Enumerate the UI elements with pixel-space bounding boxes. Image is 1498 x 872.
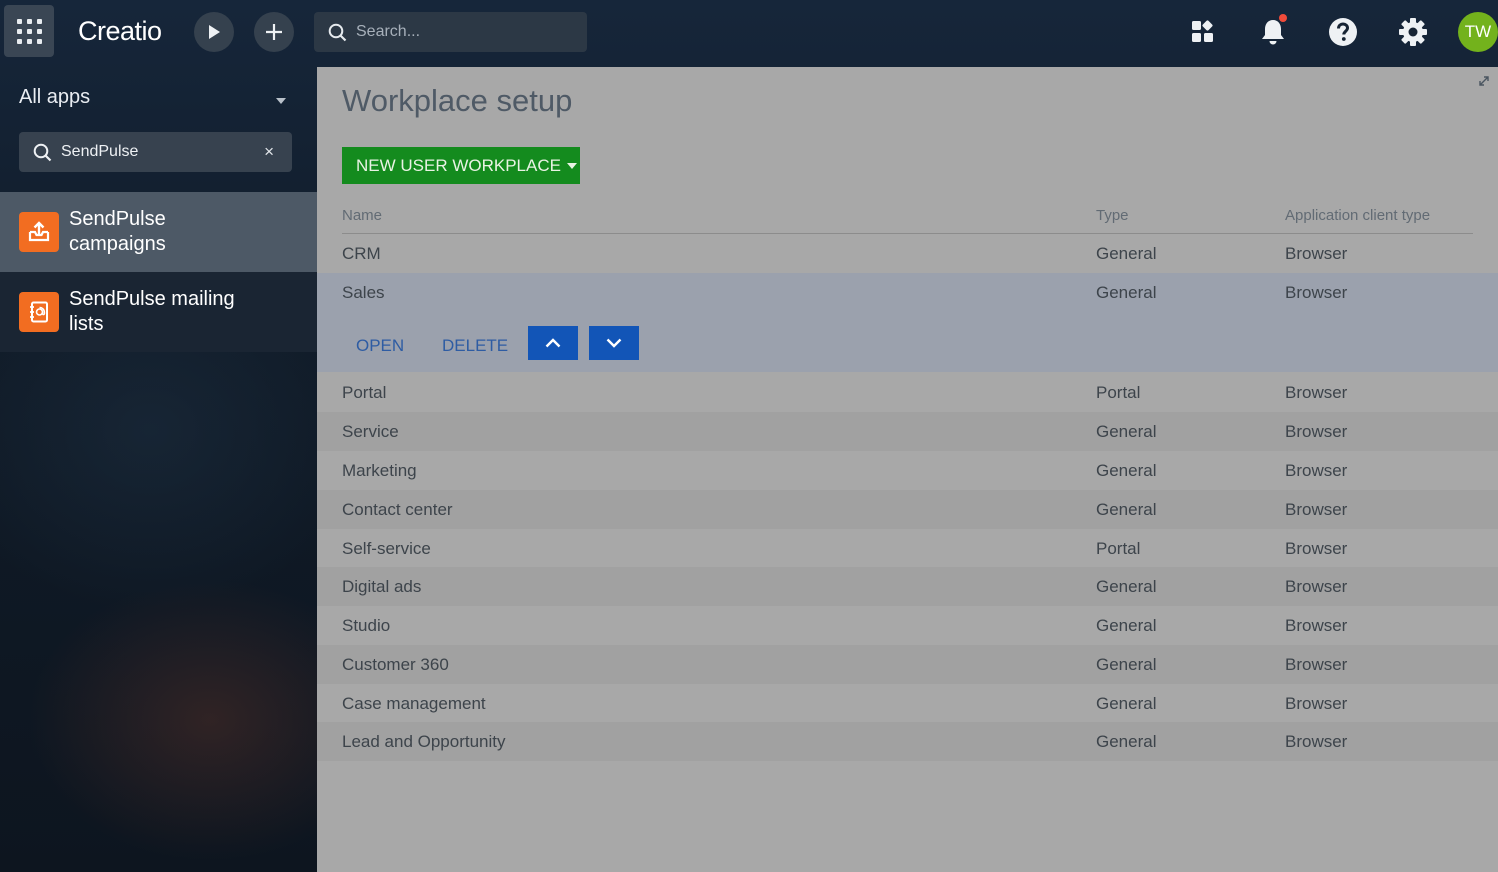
expand-icon[interactable]	[1478, 75, 1490, 87]
move-up-button[interactable]	[528, 326, 578, 360]
app-search-field[interactable]: SendPulse ×	[19, 132, 292, 172]
column-header-name[interactable]: Name	[342, 207, 382, 224]
caret-down-icon	[566, 162, 577, 169]
page-title: Workplace setup	[342, 83, 573, 118]
table-row[interactable]: Contact center General Browser	[317, 490, 1498, 529]
chevron-up-icon	[545, 338, 561, 348]
plus-icon	[266, 24, 282, 40]
search-input[interactable]	[356, 23, 576, 41]
chevron-down-icon[interactable]	[276, 98, 286, 104]
chevron-down-icon	[606, 338, 622, 348]
sidebar-item-sendpulse-campaigns[interactable]: SendPulse campaigns	[0, 192, 317, 272]
row-actions: OPEN DELETE	[317, 326, 717, 360]
global-search[interactable]	[314, 12, 587, 52]
gear-icon	[1399, 18, 1427, 46]
help-button[interactable]	[1325, 14, 1361, 50]
table-row-selected[interactable]: Sales General Browser OPEN DELETE	[317, 273, 1498, 372]
settings-button[interactable]	[1395, 14, 1431, 50]
app-launcher-grid-icon[interactable]	[4, 5, 54, 57]
table-row[interactable]: Case management General Browser	[317, 684, 1498, 723]
run-process-button[interactable]	[194, 12, 234, 52]
table-row[interactable]: Marketing General Browser	[317, 451, 1498, 490]
search-icon	[328, 23, 347, 41]
new-user-workplace-button[interactable]: NEW USER WORKPLACE	[342, 147, 580, 184]
apps-filter-title[interactable]: All apps	[19, 86, 90, 109]
sidebar-item-label: SendPulse mailing lists	[69, 288, 235, 335]
upload-tray-icon	[19, 212, 59, 252]
top-bar: Creatio Search... TW	[0, 0, 1498, 64]
play-icon	[209, 25, 220, 39]
table-row[interactable]: Customer 360 General Browser	[317, 645, 1498, 684]
table-row[interactable]: Self-service Portal Browser	[317, 529, 1498, 568]
open-button[interactable]: OPEN	[356, 336, 404, 356]
sidebar-item-label: SendPulse campaigns	[69, 208, 166, 255]
move-down-button[interactable]	[589, 326, 639, 360]
delete-button[interactable]: DELETE	[442, 336, 508, 356]
table-row[interactable]: Studio General Browser	[317, 606, 1498, 645]
address-book-icon	[19, 292, 59, 332]
table-row[interactable]: Lead and Opportunity General Browser	[317, 722, 1498, 761]
table-row[interactable]: Service General Browser	[317, 412, 1498, 451]
user-avatar[interactable]: TW	[1458, 12, 1498, 52]
app-search-value[interactable]: SendPulse	[61, 143, 138, 161]
column-header-type[interactable]: Type	[1096, 207, 1129, 224]
column-header-client-type[interactable]: Application client type	[1285, 207, 1430, 224]
question-circle-icon	[1329, 18, 1357, 46]
notifications-button[interactable]	[1255, 14, 1291, 50]
sidebar-item-sendpulse-mailing-lists[interactable]: SendPulse mailing lists	[0, 272, 317, 352]
workplace-setup-panel: Workplace setup NEW USER WORKPLACE Name …	[317, 67, 1498, 872]
table-row[interactable]: Portal Portal Browser	[317, 373, 1498, 412]
notification-badge	[1279, 14, 1287, 22]
table-row[interactable]: Digital ads General Browser	[317, 567, 1498, 606]
add-button[interactable]	[254, 12, 294, 52]
clear-search-icon[interactable]: ×	[264, 142, 274, 162]
bell-icon	[1262, 20, 1284, 45]
search-icon	[33, 143, 52, 161]
creatio-logo[interactable]: Creatio	[78, 16, 162, 47]
widgets-button[interactable]	[1185, 14, 1221, 50]
dashboard-widgets-icon	[1192, 20, 1213, 42]
table-row[interactable]: CRM General Browser	[317, 234, 1498, 273]
table-header: Name Type Application client type	[342, 197, 1473, 234]
